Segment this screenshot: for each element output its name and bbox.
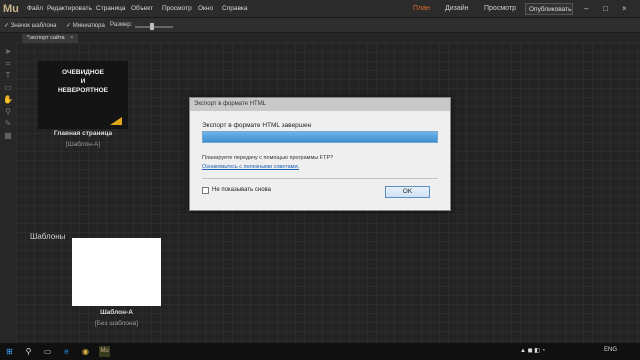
check-icon: ✓ bbox=[66, 23, 72, 29]
export-progress-bar bbox=[202, 131, 438, 143]
menu-file[interactable]: Файл bbox=[27, 5, 43, 12]
master-a-thumbnail[interactable] bbox=[72, 238, 161, 306]
master-icon-label: Значок шаблона bbox=[10, 23, 57, 29]
windows-start-icon[interactable]: ⊞ bbox=[4, 346, 15, 357]
tools-panel: ➤ ⌗ T ▭ ✋ ⚲ ✎ ▦ bbox=[0, 43, 16, 343]
menu-window[interactable]: Окно bbox=[198, 5, 213, 12]
close-icon[interactable]: × bbox=[622, 4, 627, 13]
menu-help[interactable]: Справка bbox=[222, 5, 248, 12]
size-label: Размер: bbox=[110, 22, 133, 28]
os-taskbar: ⊞ ⚲ ▭ e ◉ Mu ▲ ◼ ◧ ◔ ENG bbox=[0, 343, 640, 360]
check-icon: ✓ bbox=[4, 23, 10, 29]
text-tool-icon[interactable]: T bbox=[3, 71, 13, 80]
chrome-icon[interactable]: ◉ bbox=[80, 346, 91, 357]
dialog-message: Экспорт в формате HTML завершен bbox=[202, 122, 312, 129]
menu-bar: Mu Файл Редактировать Страница Объект Пр… bbox=[0, 0, 640, 18]
language-indicator[interactable]: ENG bbox=[604, 347, 617, 353]
tab-label: *экспорт сайта bbox=[27, 35, 65, 41]
publish-label: Опубликовать bbox=[529, 6, 572, 13]
muse-app-icon[interactable]: Mu bbox=[99, 346, 110, 357]
edge-icon[interactable]: e bbox=[61, 346, 72, 357]
hand-tool-icon[interactable]: ✋ bbox=[3, 95, 13, 104]
dont-show-label[interactable]: Не показывать снова bbox=[212, 187, 271, 193]
brush-tool-icon[interactable]: ✎ bbox=[3, 119, 13, 128]
dialog-title: Экспорт в формате HTML bbox=[190, 98, 450, 111]
publish-button[interactable]: Опубликовать bbox=[525, 3, 573, 15]
app-logo: Mu bbox=[3, 3, 19, 15]
tips-link[interactable]: Ознакомьтесь с полезными советами. bbox=[202, 164, 299, 170]
widget-tool-icon[interactable]: ▦ bbox=[3, 131, 13, 140]
size-slider-handle[interactable] bbox=[150, 23, 154, 30]
dialog-divider bbox=[202, 178, 438, 179]
menu-edit[interactable]: Редактировать bbox=[47, 5, 92, 12]
thumbnail-line: НЕВЕРОЯТНОЕ bbox=[57, 87, 108, 94]
size-slider-track[interactable] bbox=[135, 26, 173, 28]
menu-page[interactable]: Страница bbox=[96, 5, 125, 12]
maximize-icon[interactable]: □ bbox=[603, 4, 608, 13]
menu-view[interactable]: Просмотр bbox=[162, 5, 192, 12]
tab-site-export[interactable]: *экспорт сайта × bbox=[22, 34, 79, 43]
ftp-question: Планируете передачу с помощью программы … bbox=[202, 155, 334, 161]
progress-fill bbox=[203, 132, 437, 142]
thumbnail-label: Миниатюра bbox=[72, 23, 105, 29]
master-icon-toggle[interactable]: ✓ Значок шаблона bbox=[4, 22, 56, 29]
minimize-icon[interactable]: – bbox=[584, 4, 588, 13]
zoom-tool-icon[interactable]: ⚲ bbox=[3, 107, 13, 116]
task-view-icon[interactable]: ▭ bbox=[42, 346, 53, 357]
menu-object[interactable]: Объект bbox=[131, 5, 153, 12]
master-a-parent: [Без шаблона] bbox=[94, 320, 139, 327]
thumbnail-title: ОЧЕВИДНОЕ И НЕВЕРОЯТНОЕ bbox=[38, 68, 128, 95]
master-a-name[interactable]: Шаблон-A bbox=[72, 309, 161, 316]
rectangle-tool-icon[interactable]: ▭ bbox=[3, 83, 13, 92]
thumbnail-decoration bbox=[110, 117, 122, 125]
ok-button[interactable]: OK bbox=[385, 186, 430, 198]
export-dialog: Экспорт в формате HTML Экспорт в формате… bbox=[189, 97, 451, 211]
selection-tool-icon[interactable]: ➤ bbox=[3, 47, 13, 56]
tab-close-icon[interactable]: × bbox=[70, 35, 73, 41]
tray-icons[interactable]: ▲ ◼ ◧ ◔ bbox=[520, 347, 545, 354]
document-tabbar: *экспорт сайта × bbox=[0, 33, 640, 43]
thumbnail-line: И bbox=[80, 78, 86, 85]
thumbnail-toggle[interactable]: ✓ Миниатюра bbox=[66, 22, 105, 29]
mode-design[interactable]: Дизайн bbox=[445, 5, 469, 12]
mode-preview[interactable]: Просмотр bbox=[484, 5, 516, 12]
crop-tool-icon[interactable]: ⌗ bbox=[3, 59, 13, 68]
options-toolbar: ✓ Значок шаблона ✓ Миниатюра Размер: bbox=[0, 18, 640, 33]
masters-section-title: Шаблоны bbox=[30, 232, 66, 241]
home-page-thumbnail[interactable]: ОЧЕВИДНОЕ И НЕВЕРОЯТНОЕ bbox=[38, 61, 128, 129]
home-page-master: [Шаблон-A] bbox=[65, 141, 101, 148]
thumbnail-line: ОЧЕВИДНОЕ bbox=[61, 69, 105, 76]
mode-plan[interactable]: План bbox=[413, 5, 430, 12]
dont-show-checkbox[interactable] bbox=[202, 187, 209, 194]
home-page-name[interactable]: Главная страница bbox=[38, 130, 128, 137]
search-icon[interactable]: ⚲ bbox=[23, 346, 34, 357]
